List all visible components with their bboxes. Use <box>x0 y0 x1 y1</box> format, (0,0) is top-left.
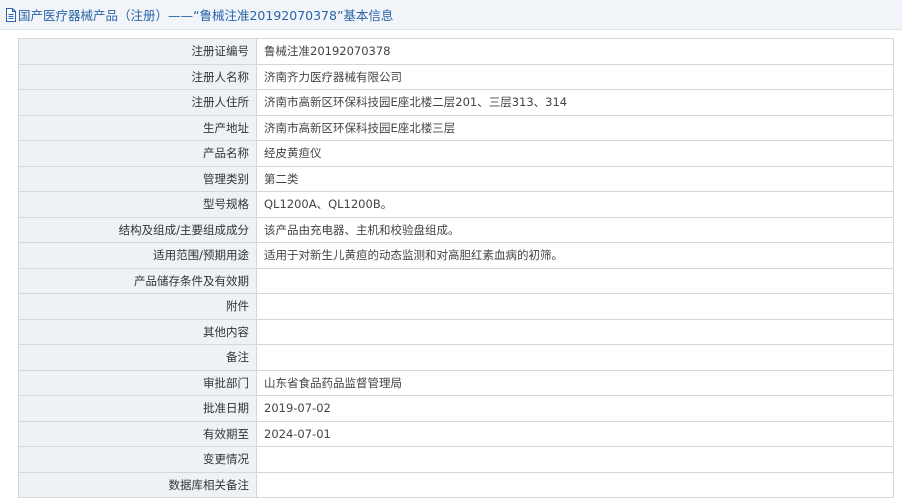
row-value: 经皮黄疸仪 <box>256 140 894 167</box>
row-value: 济南市高新区环保科技园E座北楼三层 <box>256 114 894 141</box>
row-value <box>256 293 894 320</box>
document-icon <box>5 7 17 22</box>
table-row: 适用范围/预期用途 适用于对新生儿黄疸的动态监测和对高胆红素血病的初筛。 <box>18 242 894 269</box>
row-label: 变更情况 <box>18 446 257 473</box>
table-row: 生产地址 济南市高新区环保科技园E座北楼三层 <box>18 114 894 141</box>
row-label: 产品储存条件及有效期 <box>18 267 257 294</box>
info-table: 注册证编号 鲁械注准20192070378 注册人名称 济南齐力医疗器械有限公司 注册人… <box>18 38 894 498</box>
table-row: 结构及组成/主要组成成分 该产品由充电器、主机和校验盘组成。 <box>18 216 894 243</box>
row-value: 适用于对新生儿黄疸的动态监测和对高胆红素血病的初筛。 <box>256 242 894 269</box>
row-label: 注册人名称 <box>18 63 257 90</box>
table-row: 型号规格 QL1200A、QL1200B。 <box>18 191 894 218</box>
row-value: 2024-07-01 <box>256 420 894 447</box>
row-label: 数据库相关备注 <box>18 471 257 498</box>
row-value: 鲁械注准20192070378 <box>256 38 894 65</box>
table-row: 批准日期 2019-07-02 <box>18 395 894 422</box>
row-value: 济南齐力医疗器械有限公司 <box>256 63 894 90</box>
table-row: 备注 <box>18 344 894 371</box>
row-label: 产品名称 <box>18 140 257 167</box>
row-label: 审批部门 <box>18 369 257 396</box>
row-label: 附件 <box>18 293 257 320</box>
row-value <box>256 471 894 498</box>
row-value: 第二类 <box>256 165 894 192</box>
table-row: 注册人住所 济南市高新区环保科技园E座北楼二层201、三层313、314 <box>18 89 894 116</box>
row-value: 山东省食品药品监督管理局 <box>256 369 894 396</box>
row-label: 其他内容 <box>18 318 257 345</box>
row-label: 管理类别 <box>18 165 257 192</box>
table-row: 有效期至 2024-07-01 <box>18 420 894 447</box>
table-row: 变更情况 <box>18 446 894 473</box>
row-label: 型号规格 <box>18 191 257 218</box>
table-row: 管理类别 第二类 <box>18 165 894 192</box>
row-label: 生产地址 <box>18 114 257 141</box>
row-label: 批准日期 <box>18 395 257 422</box>
table-row: 审批部门 山东省食品药品监督管理局 <box>18 369 894 396</box>
table-row: 产品名称 经皮黄疸仪 <box>18 140 894 167</box>
row-value <box>256 344 894 371</box>
row-value <box>256 446 894 473</box>
page-title: 国产医疗器械产品（注册）——“鲁械注准20192070378”基本信息 <box>18 8 394 23</box>
row-label: 结构及组成/主要组成成分 <box>18 216 257 243</box>
row-value: QL1200A、QL1200B。 <box>256 191 894 218</box>
row-value: 济南市高新区环保科技园E座北楼二层201、三层313、314 <box>256 89 894 116</box>
row-value: 该产品由充电器、主机和校验盘组成。 <box>256 216 894 243</box>
row-value: 2019-07-02 <box>256 395 894 422</box>
row-label: 注册人住所 <box>18 89 257 116</box>
row-label: 备注 <box>18 344 257 371</box>
row-value <box>256 318 894 345</box>
table-row: 数据库相关备注 <box>18 471 894 498</box>
table-row: 产品储存条件及有效期 <box>18 267 894 294</box>
table-row: 注册证编号 鲁械注准20192070378 <box>18 38 894 65</box>
table-row: 注册人名称 济南齐力医疗器械有限公司 <box>18 63 894 90</box>
row-label: 注册证编号 <box>18 38 257 65</box>
row-label: 适用范围/预期用途 <box>18 242 257 269</box>
page-header: 国产医疗器械产品（注册）——“鲁械注准20192070378”基本信息 <box>0 0 902 30</box>
table-row: 其他内容 <box>18 318 894 345</box>
table-row: 附件 <box>18 293 894 320</box>
row-label: 有效期至 <box>18 420 257 447</box>
row-value <box>256 267 894 294</box>
